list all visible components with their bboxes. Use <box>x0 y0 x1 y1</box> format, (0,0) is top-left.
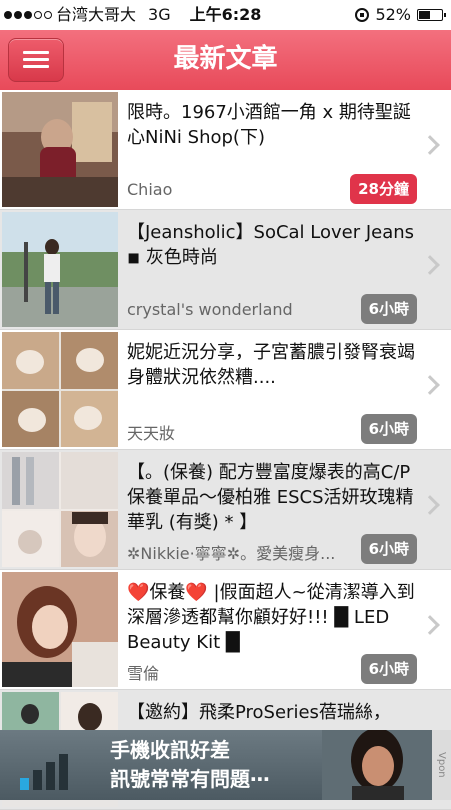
signal-bars-icon <box>20 750 80 790</box>
status-bar: 台湾大哥大 3G 上午6:28 52% <box>0 0 451 30</box>
article-item[interactable]: 限時。1967小酒館一角 x 期待聖誕心NiNi Shop(下) Chiao 2… <box>0 90 451 210</box>
article-thumbnail <box>2 92 118 207</box>
article-author: ✲Nikkie·寧寧✲。愛美瘦身... <box>127 544 336 563</box>
article-item[interactable]: ❤️保養❤️ |假面超人~從清潔導入到深層滲透都幫你顧好好!!! █ LED B… <box>0 570 451 690</box>
chevron-right-icon <box>420 135 440 155</box>
article-title: 【。(保養) 配方豐富度爆表的高C/P保養單品～優柏雅 ESCS活妍玫瑰精華乳 … <box>127 462 414 533</box>
article-list[interactable]: 限時。1967小酒館一角 x 期待聖誕心NiNi Shop(下) Chiao 2… <box>0 90 451 810</box>
ad-headline: 手機收訊好差 <box>110 738 230 762</box>
rotation-lock-icon <box>355 8 370 22</box>
ad-brand: Vpon <box>432 730 451 800</box>
time-badge: 28分鐘 <box>350 174 417 204</box>
page-title: 最新文章 <box>173 44 278 74</box>
menu-button[interactable] <box>8 38 64 82</box>
app-header: 最新文章 <box>0 30 451 90</box>
article-author: 雪倫 <box>127 664 160 683</box>
time-badge: 6小時 <box>360 414 417 444</box>
ad-photo <box>322 730 432 800</box>
ad-banner[interactable]: 手機收訊好差 訊號常常有問題⋯ Vpon <box>0 730 451 800</box>
battery-icon <box>417 9 446 21</box>
ad-text: 手機收訊好差 訊號常常有問題⋯ <box>110 736 270 794</box>
article-thumbnail <box>2 212 118 327</box>
chevron-right-icon <box>420 495 440 515</box>
article-thumbnail <box>2 452 118 567</box>
article-author: Chiao <box>127 180 173 199</box>
article-author: 天天妝 <box>127 424 176 443</box>
article-title: 妮妮近況分享，子宮蓄膿引發腎衰竭身體狀況依然糟.... <box>127 342 415 388</box>
article-thumbnail <box>2 332 118 447</box>
time-badge: 6小時 <box>360 534 417 564</box>
time-badge: 6小時 <box>360 294 417 324</box>
chevron-right-icon <box>420 615 440 635</box>
time-badge: 6小時 <box>360 654 417 684</box>
chevron-right-icon <box>420 375 440 395</box>
article-thumbnail <box>2 572 118 687</box>
article-item[interactable]: 【。(保養) 配方豐富度爆表的高C/P保養單品～優柏雅 ESCS活妍玫瑰精華乳 … <box>0 450 451 570</box>
article-title: 【邀約】飛柔ProSeries蓓瑞絲， <box>127 702 391 723</box>
article-author: crystal's wonderland <box>127 300 293 319</box>
article-title: 限時。1967小酒館一角 x 期待聖誕心NiNi Shop(下) <box>127 102 411 148</box>
battery-percent: 52% <box>375 5 411 24</box>
article-item[interactable]: 【Jeansholic】SoCal Lover Jeans ◾ 灰色時尚 cry… <box>0 210 451 330</box>
ad-subline: 訊號常常有問題⋯ <box>110 767 270 791</box>
chevron-right-icon <box>420 255 440 275</box>
article-item[interactable]: 妮妮近況分享，子宮蓄膿引發腎衰竭身體狀況依然糟.... 天天妝 6小時 <box>0 330 451 450</box>
article-title: ❤️保養❤️ |假面超人~從清潔導入到深層滲透都幫你顧好好!!! █ LED B… <box>127 582 415 653</box>
article-title: 【Jeansholic】SoCal Lover Jeans ◾ 灰色時尚 <box>127 222 415 268</box>
